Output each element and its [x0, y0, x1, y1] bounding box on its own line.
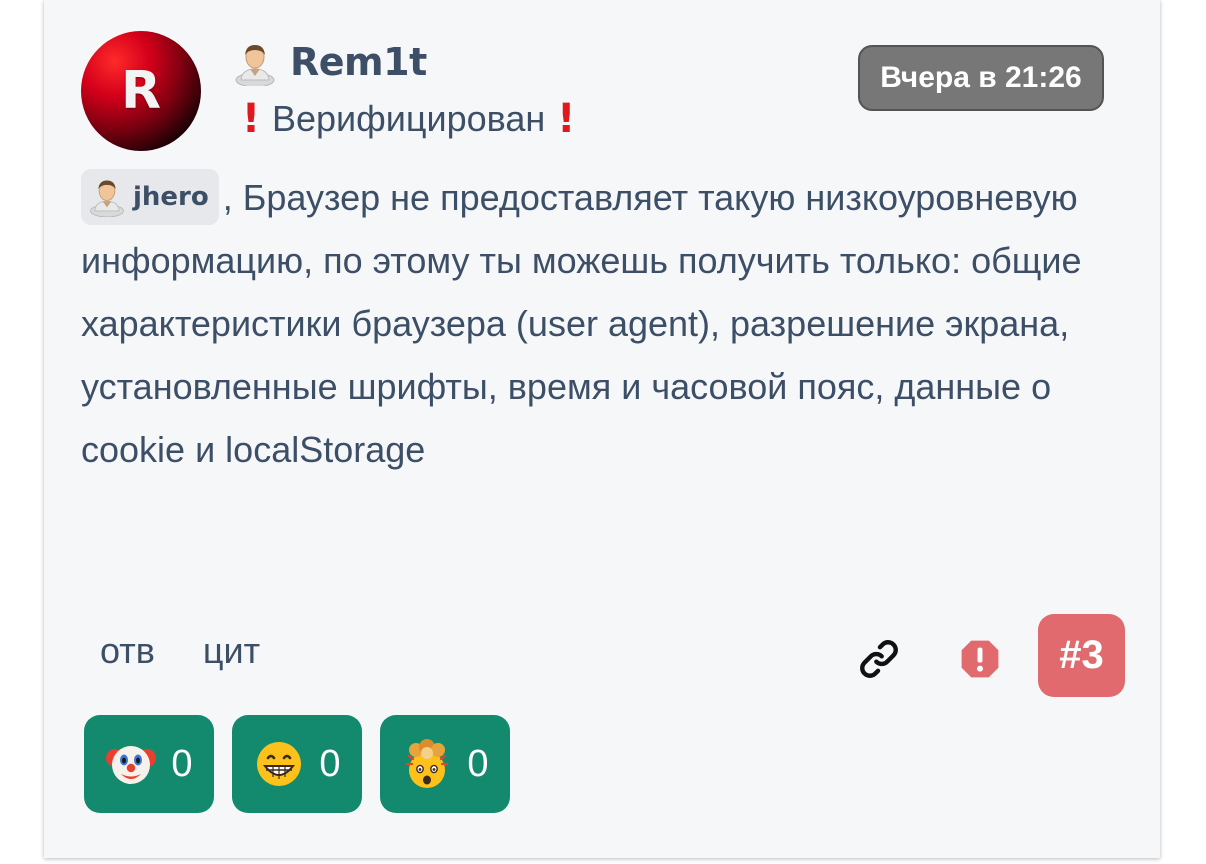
- post-card: R Rem1t ! Верифицирован ! Вчера в 21:26 …: [44, 0, 1160, 858]
- user-status: ! Верифицирован !: [236, 96, 581, 142]
- quote-button[interactable]: цит: [203, 630, 260, 672]
- message-text: , Браузер не предоставляет такую низкоур…: [81, 177, 1082, 470]
- reactions-bar: 0 0 0: [84, 715, 510, 813]
- user-mention[interactable]: jhero: [81, 169, 219, 226]
- reaction-exploding-head[interactable]: 0: [380, 715, 510, 813]
- mention-username: jhero: [133, 181, 209, 212]
- reply-button[interactable]: отв: [100, 630, 155, 672]
- message-body: jhero , Браузер не предоставляет такую н…: [81, 166, 1141, 481]
- reaction-count: 0: [319, 742, 341, 785]
- avatar-letter: R: [120, 61, 162, 121]
- user-icon: [90, 180, 124, 218]
- clown-face-icon: [106, 746, 157, 784]
- post-number-badge[interactable]: #3: [1038, 614, 1125, 697]
- reaction-count: 0: [171, 742, 193, 785]
- avatar[interactable]: R: [81, 31, 201, 151]
- grinning-face-icon: [257, 742, 302, 786]
- post-date-badge: Вчера в 21:26: [858, 45, 1104, 111]
- reaction-count: 0: [467, 742, 489, 785]
- exclamation-icon: !: [557, 96, 576, 142]
- exploding-head-icon: [406, 739, 449, 788]
- user-status-text: Верифицирован: [272, 98, 546, 139]
- exclamation-icon: !: [241, 96, 261, 142]
- reaction-grin[interactable]: 0: [232, 715, 362, 813]
- post-actions: отв цит: [100, 630, 260, 672]
- username[interactable]: Rem1t: [290, 40, 427, 84]
- link-icon[interactable]: [856, 636, 902, 682]
- reaction-clown[interactable]: 0: [84, 715, 214, 813]
- report-icon[interactable]: [959, 638, 1001, 680]
- user-icon: [232, 42, 278, 86]
